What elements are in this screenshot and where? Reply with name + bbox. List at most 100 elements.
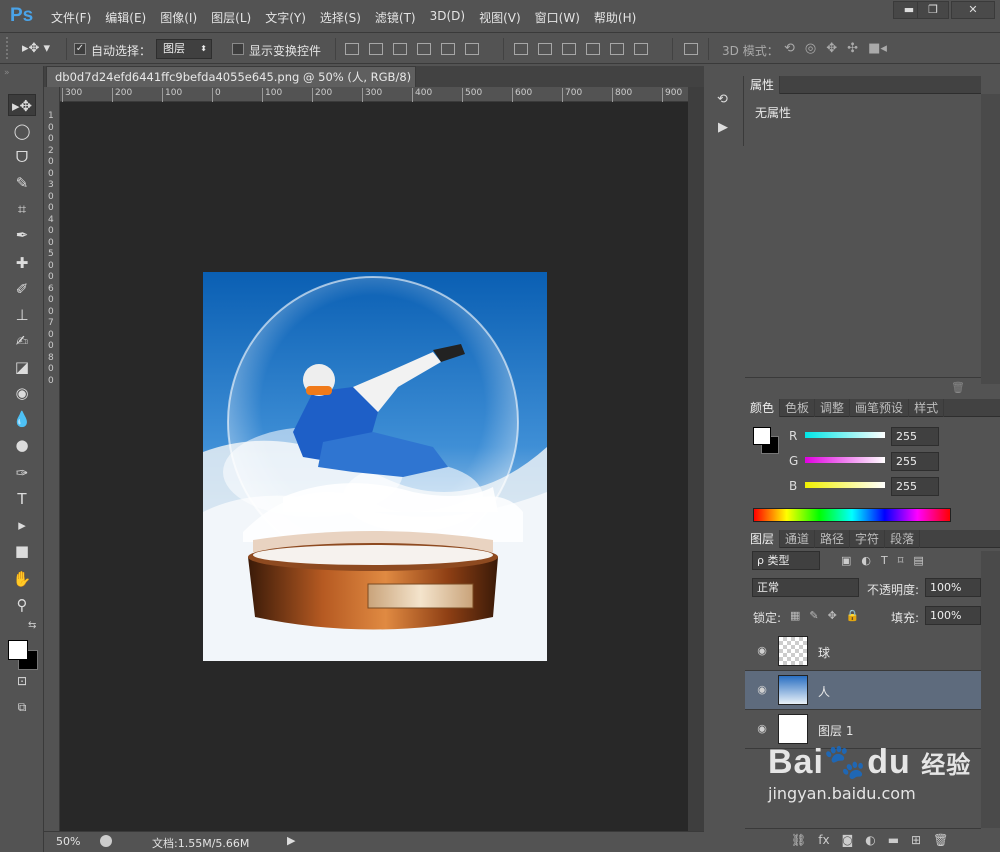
filter-adjustment-icon[interactable]: ◐: [861, 554, 871, 567]
marquee-tool-icon[interactable]: ◯: [8, 120, 36, 142]
align-vcenter-icon[interactable]: [369, 43, 383, 55]
visibility-eye-icon[interactable]: ◉: [755, 683, 769, 697]
tab-styles[interactable]: 样式: [909, 398, 945, 417]
foreground-color-swatch[interactable]: [8, 640, 28, 660]
zoom-level[interactable]: 50%: [56, 835, 80, 848]
color-spectrum-bar[interactable]: [753, 508, 951, 522]
tab-color[interactable]: 颜色: [745, 398, 781, 417]
new-layer-icon[interactable]: ⊞: [911, 833, 921, 847]
tab-channels[interactable]: 通道: [780, 529, 816, 548]
opacity-field[interactable]: 100%: [925, 578, 981, 597]
pen-tool-icon[interactable]: ✑: [8, 462, 36, 484]
channel-g-slider[interactable]: [805, 457, 885, 463]
channel-g-value[interactable]: 255: [891, 452, 939, 471]
distribute-vcenter-icon[interactable]: [538, 43, 552, 55]
fx-icon[interactable]: fx: [818, 833, 829, 847]
layer-row-selected[interactable]: ◉ 人: [745, 671, 981, 710]
menu-file[interactable]: 文件(F): [44, 9, 98, 26]
menu-type[interactable]: 文字(Y): [258, 9, 313, 26]
distribute-top-icon[interactable]: [514, 43, 528, 55]
layer-name[interactable]: 球: [818, 644, 830, 661]
filter-smart-object-icon[interactable]: ▤: [913, 554, 923, 567]
status-expand-icon[interactable]: ▶: [287, 834, 295, 847]
channel-b-value[interactable]: 255: [891, 477, 939, 496]
menu-image[interactable]: 图像(I): [153, 9, 204, 26]
zoom-tool-icon[interactable]: ⚲: [8, 594, 36, 616]
filter-type-icon[interactable]: T: [881, 554, 888, 567]
layer-name[interactable]: 图层 1: [818, 722, 853, 739]
document-tab[interactable]: db0d7d24efd6441ffc9befda4055e645.png @ 5…: [46, 66, 416, 87]
eyedropper-tool-icon[interactable]: ✒: [8, 224, 36, 246]
history-brush-tool-icon[interactable]: ✍: [8, 330, 36, 352]
tab-paths[interactable]: 路径: [815, 529, 851, 548]
brush-tool-icon[interactable]: ✐: [8, 278, 36, 300]
menu-3d[interactable]: 3D(D): [423, 9, 472, 26]
move-tool-preset-icon[interactable]: ▸✥ ▾: [22, 41, 50, 56]
delete-layer-icon[interactable]: 🗑: [933, 833, 948, 847]
add-mask-icon[interactable]: ◙: [842, 833, 854, 847]
tab-paragraph[interactable]: 段落: [885, 529, 921, 548]
vertical-scrollbar[interactable]: [688, 87, 704, 831]
distribute-hcenter-icon[interactable]: [610, 43, 624, 55]
menu-view[interactable]: 视图(V): [472, 9, 528, 26]
align-top-icon[interactable]: [345, 43, 359, 55]
tab-adjustments[interactable]: 调整: [815, 398, 851, 417]
lock-image-icon[interactable]: ✎: [809, 609, 818, 622]
tab-swatches[interactable]: 色板: [780, 398, 816, 417]
document-image[interactable]: [203, 272, 547, 661]
3d-roll-icon[interactable]: ◎: [805, 41, 816, 56]
distribute-right-icon[interactable]: [634, 43, 648, 55]
layers-scrollbar[interactable]: [981, 551, 1000, 828]
lock-all-icon[interactable]: 🔒: [846, 609, 860, 622]
layer-name[interactable]: 人: [818, 683, 830, 700]
adjustment-layer-icon[interactable]: ◐: [865, 833, 875, 847]
align-right-icon[interactable]: [465, 43, 479, 55]
quick-mask-icon[interactable]: ⊡: [8, 670, 36, 692]
paint-bucket-tool-icon[interactable]: ◉: [8, 382, 36, 404]
status-menu-icon[interactable]: [100, 835, 112, 847]
history-panel-icon[interactable]: ⟲: [717, 92, 728, 107]
channel-b-slider[interactable]: [805, 482, 885, 488]
crop-tool-icon[interactable]: ⌗: [8, 198, 36, 220]
channel-r-value[interactable]: 255: [891, 427, 939, 446]
properties-scrollbar[interactable]: [981, 94, 1000, 384]
lasso-tool-icon[interactable]: ᗜ: [8, 146, 36, 168]
menu-edit[interactable]: 编辑(E): [98, 9, 153, 26]
menu-window[interactable]: 窗口(W): [528, 9, 587, 26]
distribute-left-icon[interactable]: [586, 43, 600, 55]
distribute-bottom-icon[interactable]: [562, 43, 576, 55]
rectangle-tool-icon[interactable]: ■: [8, 540, 36, 562]
canvas-area[interactable]: [60, 102, 688, 831]
tab-character[interactable]: 字符: [850, 529, 886, 548]
layer-row[interactable]: ◉ 球: [745, 632, 981, 671]
quick-select-tool-icon[interactable]: ✎: [8, 172, 36, 194]
type-tool-icon[interactable]: T: [8, 488, 36, 510]
blur-tool-icon[interactable]: 💧: [8, 408, 36, 430]
screen-mode-icon[interactable]: ⧉: [8, 696, 36, 718]
tab-layers[interactable]: 图层: [745, 529, 781, 548]
align-bottom-icon[interactable]: [393, 43, 407, 55]
swap-colors-icon[interactable]: ⇆: [28, 620, 36, 631]
collapse-icon[interactable]: »: [4, 68, 10, 78]
auto-align-icon[interactable]: [684, 43, 698, 55]
delete-icon[interactable]: 🗑: [951, 381, 965, 394]
show-transform-checkbox[interactable]: [232, 43, 244, 55]
lock-transparent-icon[interactable]: ▦: [790, 609, 800, 622]
healing-brush-tool-icon[interactable]: ✚: [8, 252, 36, 274]
close-window-button[interactable]: ✕: [951, 1, 995, 19]
tab-brush-presets[interactable]: 画笔预设: [850, 398, 910, 417]
link-layers-icon[interactable]: ⛓: [791, 833, 806, 847]
clone-stamp-tool-icon[interactable]: ⊥: [8, 304, 36, 326]
lock-position-icon[interactable]: ✥: [828, 609, 837, 622]
menu-select[interactable]: 选择(S): [313, 9, 368, 26]
layer-filter-dropdown[interactable]: ρ 类型: [752, 551, 820, 570]
3d-slide-icon[interactable]: ✣: [847, 41, 858, 56]
3d-rotate-icon[interactable]: ⟲: [784, 41, 795, 56]
visibility-eye-icon[interactable]: ◉: [755, 644, 769, 658]
menu-help[interactable]: 帮助(H): [587, 9, 643, 26]
dodge-tool-icon[interactable]: ●: [8, 434, 36, 456]
3d-pan-icon[interactable]: ✥: [826, 41, 837, 56]
auto-select-checkbox[interactable]: ✓: [74, 43, 86, 55]
new-group-icon[interactable]: ▬: [888, 833, 899, 847]
align-left-icon[interactable]: [417, 43, 431, 55]
